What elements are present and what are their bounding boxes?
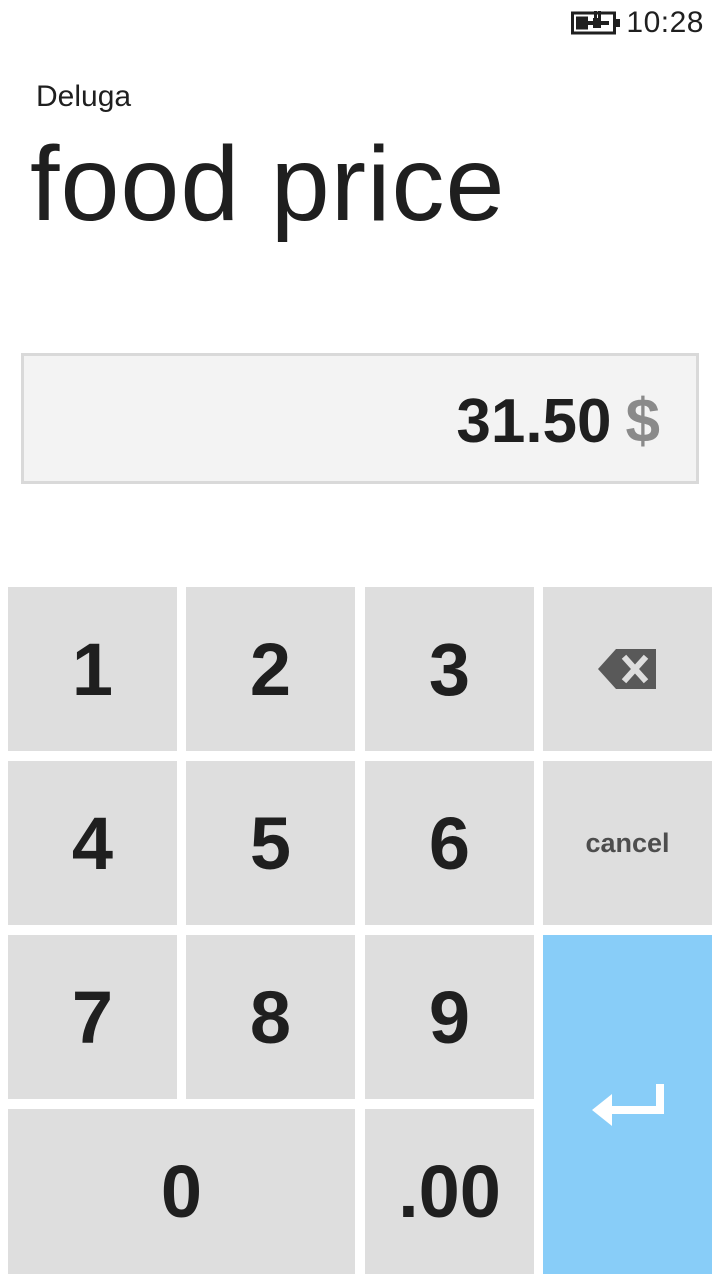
app-name: Deluga <box>36 80 132 113</box>
key-6[interactable]: 6 <box>365 761 534 925</box>
key-8-label: 8 <box>249 975 292 1059</box>
key-7-label: 7 <box>71 975 114 1059</box>
decimal-label: .00 <box>398 1150 501 1233</box>
key-9[interactable]: 9 <box>365 935 534 1099</box>
key-4-label: 4 <box>71 801 114 885</box>
key-6-label: 6 <box>428 801 471 885</box>
enter-icon <box>591 1083 664 1126</box>
key-8[interactable]: 8 <box>186 935 355 1099</box>
key-3-label: 3 <box>428 627 471 711</box>
key-4[interactable]: 4 <box>8 761 177 925</box>
page-title: food price <box>30 125 506 243</box>
currency-symbol: $ <box>625 387 660 456</box>
cancel-label: cancel <box>585 827 670 858</box>
status-bar: 10:28 <box>0 0 720 46</box>
amount-display[interactable]: 31.50 $ <box>21 353 699 484</box>
key-9-label: 9 <box>428 975 471 1059</box>
key-3[interactable]: 3 <box>365 587 534 751</box>
key-1[interactable]: 1 <box>8 587 177 751</box>
status-clock: 10:28 <box>626 6 704 39</box>
battery-charging-icon <box>571 11 620 35</box>
key-2-label: 2 <box>249 627 292 711</box>
enter-button[interactable] <box>543 935 712 1274</box>
backspace-button[interactable] <box>543 587 712 751</box>
cancel-button[interactable]: cancel <box>543 761 712 925</box>
decimal-button[interactable]: .00 <box>365 1109 534 1274</box>
key-5-label: 5 <box>249 801 292 885</box>
key-5[interactable]: 5 <box>186 761 355 925</box>
key-2[interactable]: 2 <box>186 587 355 751</box>
key-7[interactable]: 7 <box>8 935 177 1099</box>
key-1-label: 1 <box>71 627 114 711</box>
amount-text: 31.50 <box>456 387 612 456</box>
amount-value: 31.50 $ <box>456 386 660 457</box>
backspace-icon <box>597 649 656 689</box>
key-0-label: 0 <box>160 1150 203 1233</box>
key-0[interactable]: 0 <box>8 1109 355 1274</box>
